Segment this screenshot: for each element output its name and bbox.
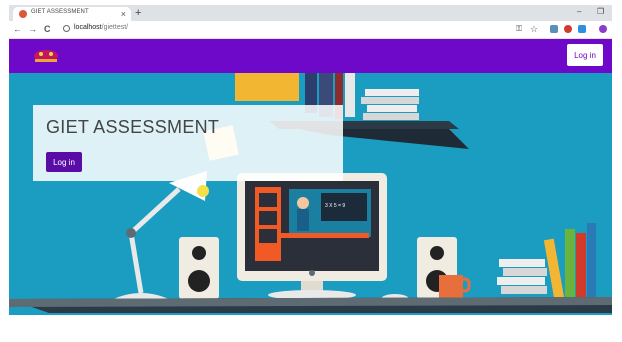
hero-title: GIET ASSESSMENT — [46, 117, 220, 137]
reload-icon[interactable]: C — [44, 24, 51, 34]
tab-title: GIET ASSESSMENT — [31, 9, 89, 15]
extension-icon[interactable] — [578, 25, 586, 33]
hero-section: 3 X 5 = 9 GIET ASSESSMENT Log in — [9, 73, 612, 315]
url-path: /giettest/ — [101, 24, 129, 31]
back-icon[interactable]: ← — [13, 24, 22, 34]
restore-button[interactable]: ❐ — [597, 7, 604, 16]
info-icon[interactable] — [63, 25, 70, 32]
hero-login-button[interactable]: Log in — [46, 152, 82, 172]
profile-avatar[interactable] — [599, 25, 607, 33]
star-icon[interactable]: ☆ — [530, 24, 538, 34]
url-text: localhost/giettest/ — [74, 24, 128, 31]
close-tab-icon[interactable]: × — [121, 7, 126, 21]
hero-card: GIET ASSESSMENT Log in — [33, 105, 343, 181]
browser-tab[interactable]: GIET ASSESSMENT × — [13, 7, 131, 21]
site-navbar: Log in — [9, 39, 612, 73]
navbar-login-button[interactable]: Log in — [567, 44, 603, 66]
new-tab-button[interactable]: + — [135, 6, 141, 20]
url-host: localhost — [74, 24, 102, 31]
extension-icon[interactable] — [550, 25, 558, 33]
extension-icon[interactable] — [564, 25, 572, 33]
favicon-icon — [19, 10, 27, 18]
browser-toolbar: ← → C localhost/giettest/ ⚿ ☆ — [9, 21, 612, 39]
tab-strip: GIET ASSESSMENT × + – ❐ — [9, 5, 612, 21]
minimize-button[interactable]: – — [577, 7, 581, 16]
forward-icon[interactable]: → — [28, 24, 37, 34]
browser-window: GIET ASSESSMENT × + – ❐ ← → C localhost/… — [9, 5, 612, 315]
address-bar[interactable]: localhost/giettest/ — [61, 23, 531, 35]
board-text: 3 X 5 = 9 — [325, 203, 346, 209]
key-icon[interactable]: ⚿ — [516, 24, 522, 34]
logo-icon[interactable] — [31, 47, 61, 65]
